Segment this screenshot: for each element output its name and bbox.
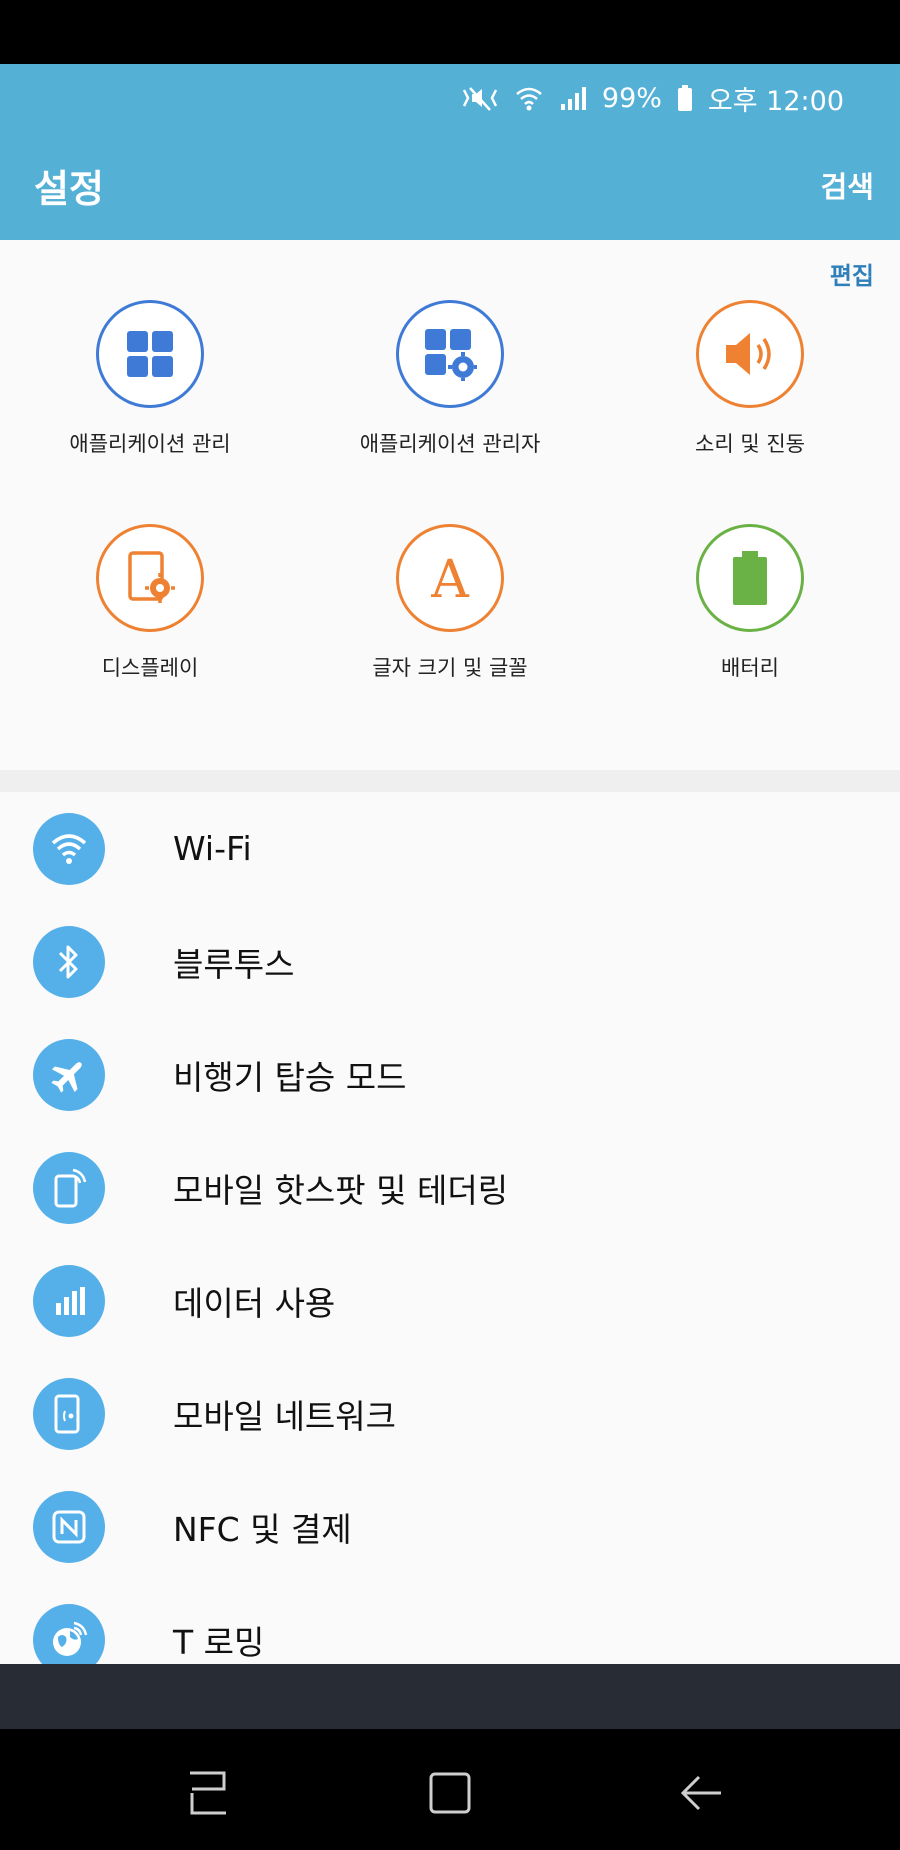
quick-item-battery[interactable]: 배터리	[600, 524, 900, 682]
battery-status-icon	[676, 84, 694, 112]
list-item-label: 모바일 핫스팟 및 테더링	[173, 1170, 509, 1210]
cell-signal-icon	[558, 84, 588, 112]
list-item-mobile-network[interactable]: 모바일 네트워크	[0, 1357, 900, 1470]
list-item-label: 블루투스	[173, 944, 295, 984]
quick-item-app-manager[interactable]: 애플리케이션 관리자	[300, 300, 600, 458]
list-item-label: 모바일 네트워크	[173, 1396, 397, 1436]
speaker-icon	[696, 300, 804, 408]
quick-item-label: 디스플레이	[101, 656, 199, 680]
list-item-label: Wi-Fi	[173, 829, 252, 868]
wifi-icon	[33, 812, 105, 885]
quick-item-label: 애플리케이션 관리자	[359, 432, 541, 456]
list-item-bluetooth[interactable]: 블루투스	[0, 905, 900, 1018]
settings-content: 편집 애플리케이션 관리 애플리케이션 관리자 소리 및 진동 디스플레이 A …	[0, 240, 900, 1664]
list-item-label: 비행기 탑승 모드	[173, 1057, 407, 1097]
recent-apps-icon[interactable]	[178, 1765, 238, 1821]
bluetooth-icon	[33, 925, 105, 998]
mute-vibrate-icon	[460, 84, 500, 112]
back-icon[interactable]	[672, 1765, 732, 1821]
list-item-label: NFC 및 결제	[173, 1509, 352, 1549]
page-title: 설정	[34, 167, 104, 211]
bottom-bar	[0, 1664, 900, 1729]
list-item-label: T 로밍	[173, 1622, 265, 1662]
list-item-airplane-mode[interactable]: 비행기 탑승 모드	[0, 1018, 900, 1131]
nfc-icon	[33, 1490, 105, 1563]
roaming-icon	[33, 1603, 105, 1664]
app-bar: 99% 오후 12:00 설정 검색	[0, 64, 900, 240]
data-usage-icon	[33, 1264, 105, 1337]
airplane-icon	[33, 1038, 105, 1111]
wifi-signal-icon	[514, 84, 544, 112]
font-icon: A	[396, 524, 504, 632]
battery-icon	[696, 524, 804, 632]
battery-percent: 99%	[601, 82, 662, 114]
home-icon[interactable]	[420, 1765, 480, 1821]
navigation-bar	[0, 1729, 900, 1850]
display-icon	[96, 524, 204, 632]
list-item-wifi[interactable]: Wi-Fi	[0, 792, 900, 905]
section-divider	[0, 770, 900, 792]
quick-item-label: 글자 크기 및 글꼴	[372, 656, 528, 680]
quick-item-display[interactable]: 디스플레이	[0, 524, 300, 682]
quick-item-label: 애플리케이션 관리	[69, 432, 231, 456]
quick-item-font[interactable]: A 글자 크기 및 글꼴	[300, 524, 600, 682]
quick-item-label: 배터리	[721, 656, 779, 680]
apps-settings-icon	[396, 300, 504, 408]
quick-item-app-management[interactable]: 애플리케이션 관리	[0, 300, 300, 458]
edit-button[interactable]: 편집	[830, 256, 874, 291]
list-item-data-usage[interactable]: 데이터 사용	[0, 1244, 900, 1357]
list-item-t-roaming[interactable]: T 로밍	[0, 1583, 900, 1664]
hotspot-icon	[33, 1151, 105, 1224]
top-bezel	[0, 0, 900, 64]
list-item-hotspot[interactable]: 모바일 핫스팟 및 테더링	[0, 1131, 900, 1244]
apps-grid-icon	[96, 300, 204, 408]
clock: 오후 12:00	[707, 85, 844, 117]
quick-item-sound[interactable]: 소리 및 진동	[600, 300, 900, 458]
quick-item-label: 소리 및 진동	[695, 432, 805, 456]
mobile-network-icon	[33, 1377, 105, 1450]
status-bar: 99% 오후 12:00	[460, 78, 844, 118]
search-button[interactable]: 검색	[821, 164, 874, 206]
list-item-nfc[interactable]: NFC 및 결제	[0, 1470, 900, 1583]
list-item-label: 데이터 사용	[173, 1283, 336, 1323]
svg-text:A: A	[430, 550, 470, 606]
